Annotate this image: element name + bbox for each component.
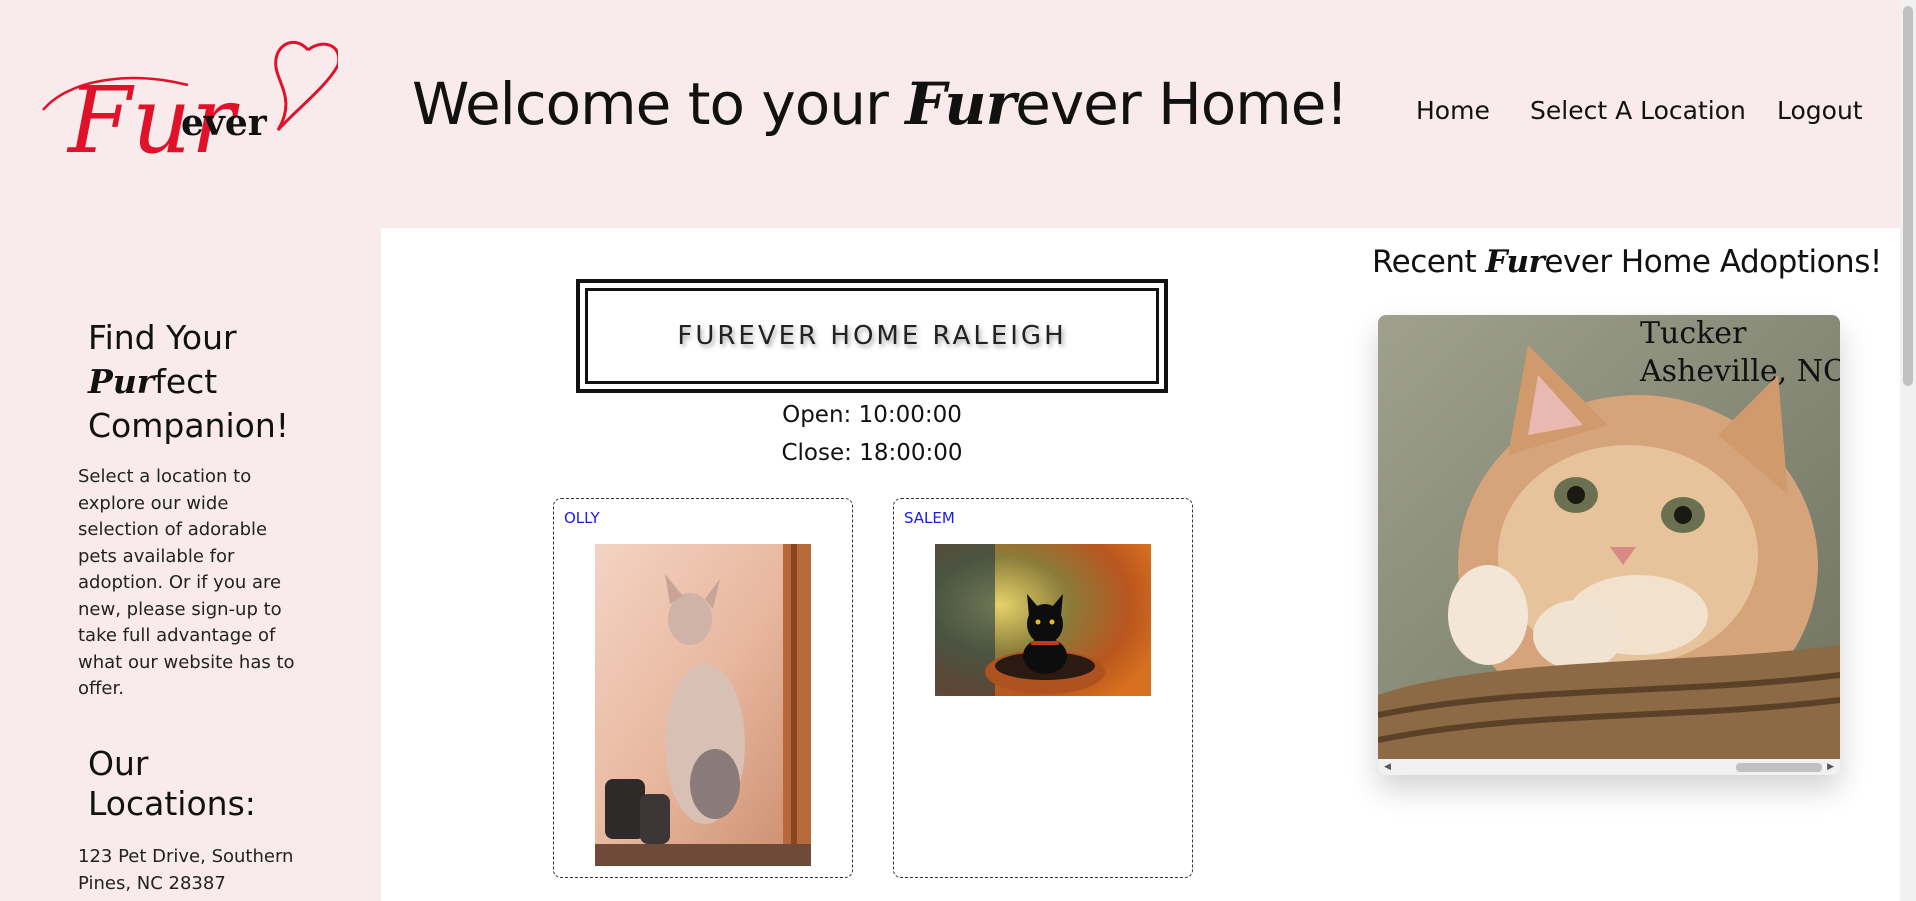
black-cat-photo[interactable] [935, 544, 1151, 696]
horizontal-scroll-thumb[interactable] [1736, 763, 1822, 772]
scroll-left-icon[interactable]: ◀ [1384, 763, 1391, 772]
vertical-scrollbar[interactable] [1900, 0, 1916, 901]
pet-card-salem[interactable]: SALEM [893, 498, 1193, 878]
vertical-scroll-thumb[interactable] [1903, 6, 1913, 386]
welcome-heading: Welcome to your Furever Home! [412, 70, 1349, 138]
recent-adoptions-heading: Recent Furever Home Adoptions! [1372, 244, 1882, 280]
pet-name-link[interactable]: SALEM [904, 509, 955, 527]
open-hours: Open: 10:00:00 [782, 402, 962, 428]
adopted-pet-name: Tucker [1640, 316, 1747, 351]
sidebar: Find Your Purfect Companion! Select a lo… [0, 228, 381, 901]
sphynx-cat-photo[interactable] [595, 544, 811, 866]
pet-name-link[interactable]: OLLY [564, 509, 600, 527]
adopted-pet-location: Asheville, NC [1640, 354, 1840, 389]
close-hours: Close: 18:00:00 [781, 440, 963, 466]
recent-adoption-card[interactable]: Tucker Asheville, NC ◀ ▶ [1378, 315, 1840, 775]
scroll-right-icon[interactable]: ▶ [1827, 763, 1834, 772]
location-title-box: FUREVER HOME RALEIGH [576, 279, 1168, 393]
nav-select-location-link[interactable]: Select A Location [1530, 96, 1746, 125]
horizontal-scrollbar[interactable]: ◀ ▶ [1378, 759, 1840, 775]
nav-logout-link[interactable]: Logout [1777, 96, 1863, 125]
site-header: Fur ever Welcome to your Furever Home! H… [0, 0, 1900, 228]
furever-logo[interactable]: Fur ever [38, 40, 341, 190]
location-address: 123 Pet Drive, Southern Pines, NC 28387 [78, 846, 294, 894]
find-companion-heading: Find Your Purfect Companion! [88, 318, 289, 445]
orange-cat-photo: Tucker Asheville, NC [1378, 315, 1840, 759]
nav-home-link[interactable]: Home [1416, 96, 1490, 125]
sidebar-intro-text: Select a location to explore our wide se… [78, 466, 295, 699]
our-locations-heading: Our Locations: [88, 744, 256, 823]
pet-card-olly[interactable]: OLLY [553, 498, 853, 878]
location-title: FUREVER HOME RALEIGH [677, 321, 1067, 351]
svg-text:ever: ever [181, 102, 268, 144]
